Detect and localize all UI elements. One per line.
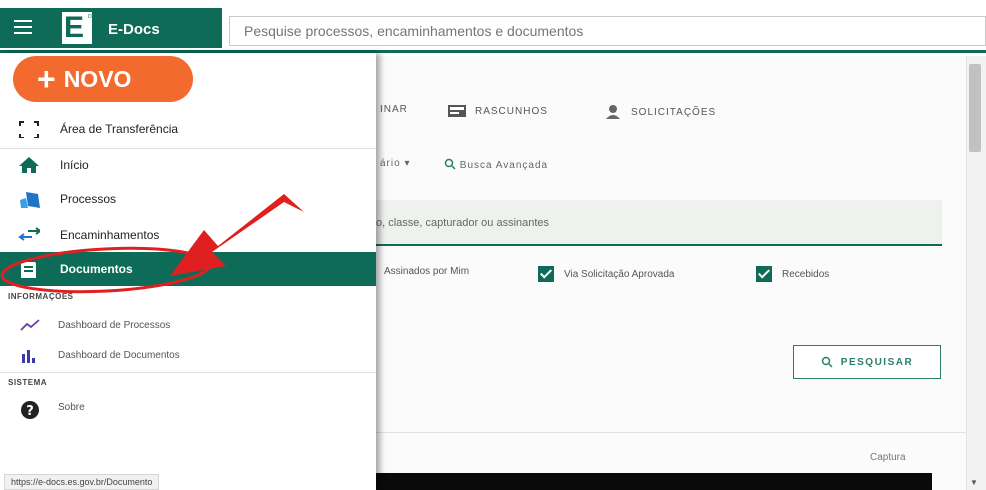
- global-search-input[interactable]: [242, 17, 946, 45]
- search-button[interactable]: PESQUISAR: [793, 345, 941, 379]
- forward-icon: [18, 227, 40, 241]
- filter-label: Via Solicitação Aprovada: [564, 268, 675, 280]
- filter-assinados[interactable]: Assinados por Mim: [384, 266, 469, 277]
- scroll-down-icon[interactable]: ▼: [970, 478, 978, 487]
- nav-label: Área de Transferência: [60, 122, 179, 136]
- nav-label: Processos: [60, 192, 117, 206]
- help-icon: ?: [21, 401, 39, 419]
- nav-item-documentos[interactable]: Documentos: [0, 252, 376, 286]
- results-dark-bar: [376, 473, 932, 490]
- status-bar-url: https://e-docs.es.gov.br/Documento: [4, 474, 160, 490]
- nav-label: Encaminhamentos: [60, 228, 160, 242]
- tab-label: INAR: [380, 104, 408, 115]
- tab-solicitacoes[interactable]: SOLICITAÇÕES: [605, 104, 716, 120]
- nav-label: Documentos: [60, 262, 133, 276]
- scrollbar-thumb[interactable]: [969, 64, 981, 152]
- nav-item-area-transferencia[interactable]: Área de Transferência: [0, 112, 376, 146]
- nav-item-sobre[interactable]: ? Sobre: [0, 394, 376, 422]
- drawer-divider: [0, 372, 376, 373]
- home-icon: [19, 157, 39, 173]
- hamburger-menu-icon[interactable]: [14, 20, 32, 34]
- nav-label: Sobre: [58, 402, 85, 413]
- nav-item-processos[interactable]: Processos: [0, 182, 376, 216]
- search-icon: [821, 356, 833, 368]
- filter-via-solicitacao[interactable]: Via Solicitação Aprovada: [538, 266, 674, 282]
- new-button-label: NOVO: [63, 65, 132, 92]
- search-field-placeholder: o, classe, capturador ou assinantes: [376, 217, 550, 229]
- top-bar: E DOCS E-Docs: [0, 0, 986, 56]
- document-search-field[interactable]: o, classe, capturador ou assinantes: [376, 200, 942, 246]
- nav-label: Início: [60, 158, 89, 172]
- filter-label: Recebidos: [782, 268, 830, 280]
- nav-item-inicio[interactable]: Início: [0, 148, 376, 182]
- drafts-icon: [448, 105, 466, 117]
- app-title[interactable]: E-Docs: [108, 21, 160, 38]
- nav-label: Dashboard de Documentos: [58, 350, 180, 361]
- checkbox-checked[interactable]: [538, 266, 554, 282]
- bar-chart-icon: [22, 350, 35, 363]
- filter-dropdown-label: ário: [380, 158, 401, 169]
- nav-item-dashboard-documentos[interactable]: Dashboard de Documentos: [0, 342, 376, 370]
- search-icon: [444, 158, 456, 170]
- advanced-search-link[interactable]: Busca Avançada: [444, 158, 548, 171]
- tab-label: SOLICITAÇÕES: [631, 106, 717, 118]
- line-chart-icon: [20, 319, 40, 331]
- section-title-informacoes: INFORMAÇÕES: [8, 292, 74, 301]
- nav-item-dashboard-processos[interactable]: Dashboard de Processos: [0, 312, 376, 340]
- svg-text:?: ?: [26, 404, 34, 419]
- document-icon: [21, 262, 36, 278]
- filter-recebidos[interactable]: Recebidos: [756, 266, 829, 282]
- filter-label: Assinados por Mim: [384, 266, 470, 277]
- requests-icon: [606, 105, 620, 119]
- search-button-label: PESQUISAR: [840, 356, 914, 368]
- nav-label: Dashboard de Processos: [58, 320, 171, 331]
- nav-item-encaminhamentos[interactable]: Encaminhamentos: [0, 218, 376, 252]
- tab-label: RASCUNHOS: [475, 105, 548, 117]
- filter-dropdown[interactable]: ário ▾: [380, 158, 411, 169]
- processes-icon: [20, 192, 40, 208]
- clipboard-icon: [19, 121, 39, 138]
- checkbox-checked[interactable]: [756, 266, 772, 282]
- new-button[interactable]: + NOVO: [13, 56, 193, 102]
- global-search-bar[interactable]: [229, 16, 986, 46]
- tab-rascunhos[interactable]: RASCUNHOS: [447, 104, 548, 118]
- plus-icon: +: [37, 61, 56, 97]
- advanced-search-label: Busca Avançada: [459, 160, 549, 171]
- logo-mini-text: DOCS: [88, 14, 102, 20]
- results-divider: [376, 432, 966, 433]
- logo-letter: E: [64, 11, 85, 44]
- section-title-sistema: SISTEMA: [8, 378, 48, 387]
- column-header-captura[interactable]: Captura: [870, 452, 906, 463]
- dropdown-arrow-icon: ▾: [404, 158, 411, 169]
- tab-assinar[interactable]: INAR: [380, 104, 408, 115]
